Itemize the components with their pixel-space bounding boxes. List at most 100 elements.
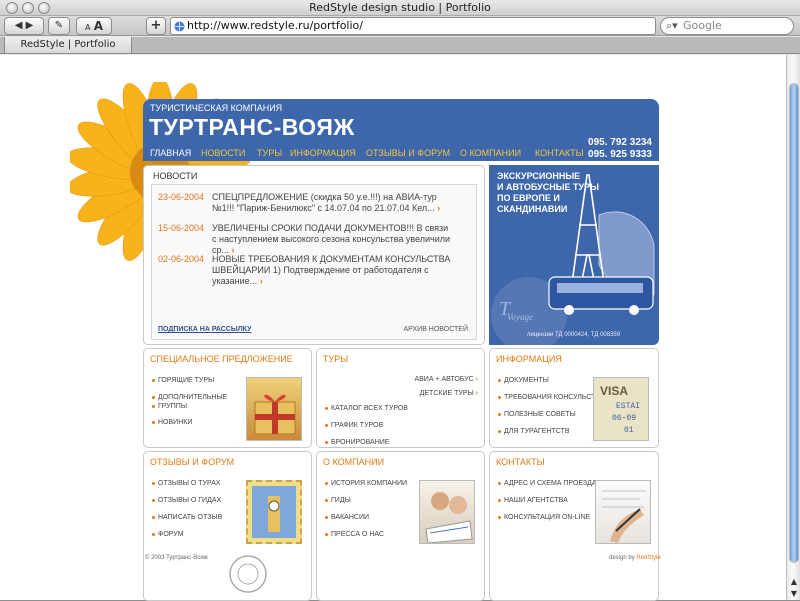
box-title[interactable]: СПЕЦИАЛЬНОЕ ПРЕДЛОЖЕНИЕ	[150, 354, 293, 364]
list-item[interactable]: КАТАЛОГ ВСЕХ ТУРОВ	[325, 404, 408, 413]
browser-window: RedStyle design studio | Portfolio ◀ ▶ ✎…	[0, 0, 800, 601]
magnifier-icon: ⌕▾	[666, 19, 678, 32]
list-item[interactable]: ОТЗЫВЫ О ТУРАХ	[152, 479, 221, 488]
list-item[interactable]: ПОЛЕЗНЫЕ СОВЕТЫ	[498, 410, 576, 419]
news-item[interactable]: 15-06-2004 УВЕЛИЧЕНЫ СРОКИ ПОДАЧИ ДОКУМЕ…	[158, 223, 468, 257]
site-header: ТУРИСТИЧЕСКАЯ КОМПАНИЯ ТУРТРАНС-ВОЯЖ ГЛА…	[143, 99, 659, 161]
news-date: 02-06-2004	[158, 254, 205, 264]
box-about: О КОМПАНИИ ИСТОРИЯ КОМПАНИИ ГИДЫ ВАКАНСИ…	[316, 451, 485, 601]
news-item[interactable]: 23-06-2004 СПЕЦПРЕДЛОЖЕНИЕ (скидка 50 у.…	[158, 192, 468, 226]
scrollbar-thumb[interactable]	[789, 83, 799, 563]
list-item[interactable]: ОТЗЫВЫ О ГИДАХ	[152, 496, 221, 505]
tab-redstyle-portfolio[interactable]: RedStyle | Portfolio	[4, 37, 132, 54]
site-logo-title[interactable]: ТУРТРАНС-ВОЯЖ	[149, 114, 355, 141]
box-special-offer: СПЕЦИАЛЬНОЕ ПРЕДЛОЖЕНИЕ ГОРЯЩИЕ ТУРЫ ДОП…	[143, 348, 312, 448]
list-item[interactable]: ГИДЫ	[325, 496, 351, 505]
google-search-field[interactable]: ⌕▾ Google	[660, 17, 794, 35]
list-item[interactable]: НОВИНКИ	[152, 418, 192, 427]
news-date: 15-06-2004	[158, 223, 205, 233]
box-title[interactable]: ИНФОРМАЦИЯ	[496, 354, 562, 364]
news-item[interactable]: 02-06-2004 НОВЫЕ ТРЕБОВАНИЯ К ДОКУМЕНТАМ…	[158, 254, 468, 288]
close-window-button[interactable]	[6, 2, 18, 14]
stamp-text: ESTAI	[616, 402, 641, 411]
globe-icon	[174, 21, 185, 32]
text-size-buttons[interactable]: A A	[76, 17, 112, 35]
list-item[interactable]: ДЛЯ ТУРАГЕНТСТВ	[498, 427, 570, 436]
link-kids-tours[interactable]: ДЕТСКИЕ ТУРЫ ›	[420, 390, 478, 397]
list-item[interactable]: АДРЕС И СХЕМА ПРОЕЗДА	[498, 479, 597, 488]
address-bar[interactable]: http://www.redstyle.ru/portfolio/	[170, 17, 656, 35]
news-text[interactable]: УВЕЛИЧЕНЫ СРОКИ ПОДАЧИ ДОКУМЕНТОВ!!! В с…	[212, 223, 450, 255]
back-arrow-icon[interactable]: ◀	[15, 20, 23, 31]
box-title[interactable]: ТУРЫ	[323, 354, 348, 364]
news-panel: НОВОСТИ 23-06-2004 СПЕЦПРЕДЛОЖЕНИЕ (скид…	[143, 165, 485, 345]
list-item[interactable]: ТРЕБОВАНИЯ КОНСУЛЬСТВ	[498, 393, 600, 402]
postage-stamp-image	[246, 480, 302, 544]
nav-news[interactable]: НОВОСТИ	[201, 148, 245, 158]
list-item[interactable]: НАШИ АГЕНТСТВА	[498, 496, 568, 505]
phone-2: 095. 925 9333	[588, 149, 652, 160]
nav-reviews-forum[interactable]: ОТЗЫВЫ И ФОРУМ	[366, 148, 450, 158]
nav-information[interactable]: ИНФОРМАЦИЯ	[290, 148, 356, 158]
promo-banner[interactable]: ЭКСКУРСИОННЫЕ И АВТОБУСНЫЕ ТУРЫ ПО ЕВРОП…	[489, 165, 659, 345]
link-avia-bus[interactable]: АВИА + АВТОБУС ›	[414, 376, 478, 383]
stamp-text: 01	[624, 426, 634, 435]
window-titlebar: RedStyle design studio | Portfolio	[0, 0, 800, 16]
news-text[interactable]: НОВЫЕ ТРЕБОВАНИЯ К ДОКУМЕНТАМ КОНСУЛЬСТВ…	[212, 254, 450, 286]
footer-copyright: © 2003 Туртранс-Вояж	[145, 555, 208, 561]
gift-box-image	[246, 377, 302, 441]
list-item[interactable]: ВАКАНСИИ	[325, 513, 369, 522]
browser-toolbar: ◀ ▶ ✎ A A + http://www.redstyle.ru/portf…	[0, 16, 800, 36]
scroll-down-arrow-icon[interactable]: ▼	[787, 588, 800, 600]
news-text[interactable]: СПЕЦПРЕДЛОЖЕНИЕ (скидка 50 у.е.!!!) на А…	[212, 192, 437, 213]
site-subtitle: ТУРИСТИЧЕСКАЯ КОМПАНИЯ	[150, 103, 283, 113]
license-text: лицензии ТД 0000424, ТД 008359	[527, 332, 621, 338]
visa-text: VISA	[600, 384, 629, 398]
footer-credit[interactable]: design by RedStyle	[609, 555, 661, 561]
writing-hand-image	[595, 480, 651, 544]
more-arrow-icon[interactable]: ›	[437, 203, 440, 213]
list-item[interactable]: ИСТОРИЯ КОМПАНИИ	[325, 479, 407, 488]
zoom-window-button[interactable]	[38, 2, 50, 14]
box-title[interactable]: ОТЗЫВЫ И ФОРУМ	[150, 457, 234, 467]
nav-contacts[interactable]: КОНТАКТЫ	[535, 148, 584, 158]
voyage-logo-word: Voyage	[507, 312, 533, 322]
list-item[interactable]: КОНСУЛЬТАЦИЯ ON-LINE	[498, 513, 590, 522]
phone-numbers: 095. 792 3234 095. 925 9333	[588, 137, 652, 161]
list-item[interactable]: ГРАФИК ТУРОВ	[325, 421, 383, 430]
box-title[interactable]: О КОМПАНИИ	[323, 457, 384, 467]
box-title[interactable]: КОНТАКТЫ	[496, 457, 545, 467]
scroll-up-arrow-icon[interactable]: ▲	[787, 576, 800, 588]
nav-home[interactable]: ГЛАВНАЯ	[150, 148, 191, 158]
address-url[interactable]: http://www.redstyle.ru/portfolio/	[187, 19, 363, 32]
pencil-icon: ✎	[54, 20, 64, 31]
list-item[interactable]: ПРЕССА О НАС	[325, 530, 384, 539]
list-item[interactable]: БРОНИРОВАНИЕ	[325, 438, 389, 447]
list-item[interactable]: ДОКУМЕНТЫ	[498, 376, 549, 385]
list-item[interactable]: ГОРЯЩИЕ ТУРЫ	[152, 376, 214, 385]
window-title: RedStyle design studio | Portfolio	[309, 1, 491, 14]
tab-bar: RedStyle | Portfolio	[0, 37, 800, 54]
vertical-scrollbar[interactable]: ▲ ▼	[786, 55, 800, 600]
news-archive-link[interactable]: АРХИВ НОВОСТЕЙ	[403, 326, 468, 333]
minimize-window-button[interactable]	[22, 2, 34, 14]
list-item-continued[interactable]: ГРУППЫ	[152, 402, 187, 411]
list-item[interactable]: НАПИСАТЬ ОТЗЫВ	[152, 513, 222, 522]
forward-arrow-icon[interactable]: ▶	[26, 20, 34, 31]
edit-button[interactable]: ✎	[48, 17, 70, 35]
list-item[interactable]: ДОПОЛНИТЕЛЬНЫЕ	[152, 393, 227, 402]
people-reading-image	[419, 480, 475, 544]
back-forward-buttons[interactable]: ◀ ▶	[4, 17, 44, 35]
list-item[interactable]: ФОРУМ	[152, 530, 184, 539]
box-reviews-forum: ОТЗЫВЫ И ФОРУМ ОТЗЫВЫ О ТУРАХ ОТЗЫВЫ О Г…	[143, 451, 312, 601]
nav-tours[interactable]: ТУРЫ	[257, 148, 282, 158]
add-bookmark-button[interactable]: +	[146, 17, 166, 35]
text-bigger-icon[interactable]: A	[94, 19, 103, 33]
subscribe-link[interactable]: ПОДПИСКА НА РАССЫЛКУ	[158, 326, 251, 333]
page-viewport: ТУРИСТИЧЕСКАЯ КОМПАНИЯ ТУРТРАНС-ВОЯЖ ГЛА…	[0, 55, 786, 601]
box-tours: ТУРЫ АВИА + АВТОБУС › ДЕТСКИЕ ТУРЫ › КАТ…	[316, 348, 485, 448]
nav-about[interactable]: О КОМПАНИИ	[460, 148, 521, 158]
news-list: 23-06-2004 СПЕЦПРЕДЛОЖЕНИЕ (скидка 50 у.…	[151, 184, 477, 340]
more-arrow-icon[interactable]: ›	[260, 276, 263, 286]
text-smaller-icon[interactable]: A	[85, 23, 90, 32]
